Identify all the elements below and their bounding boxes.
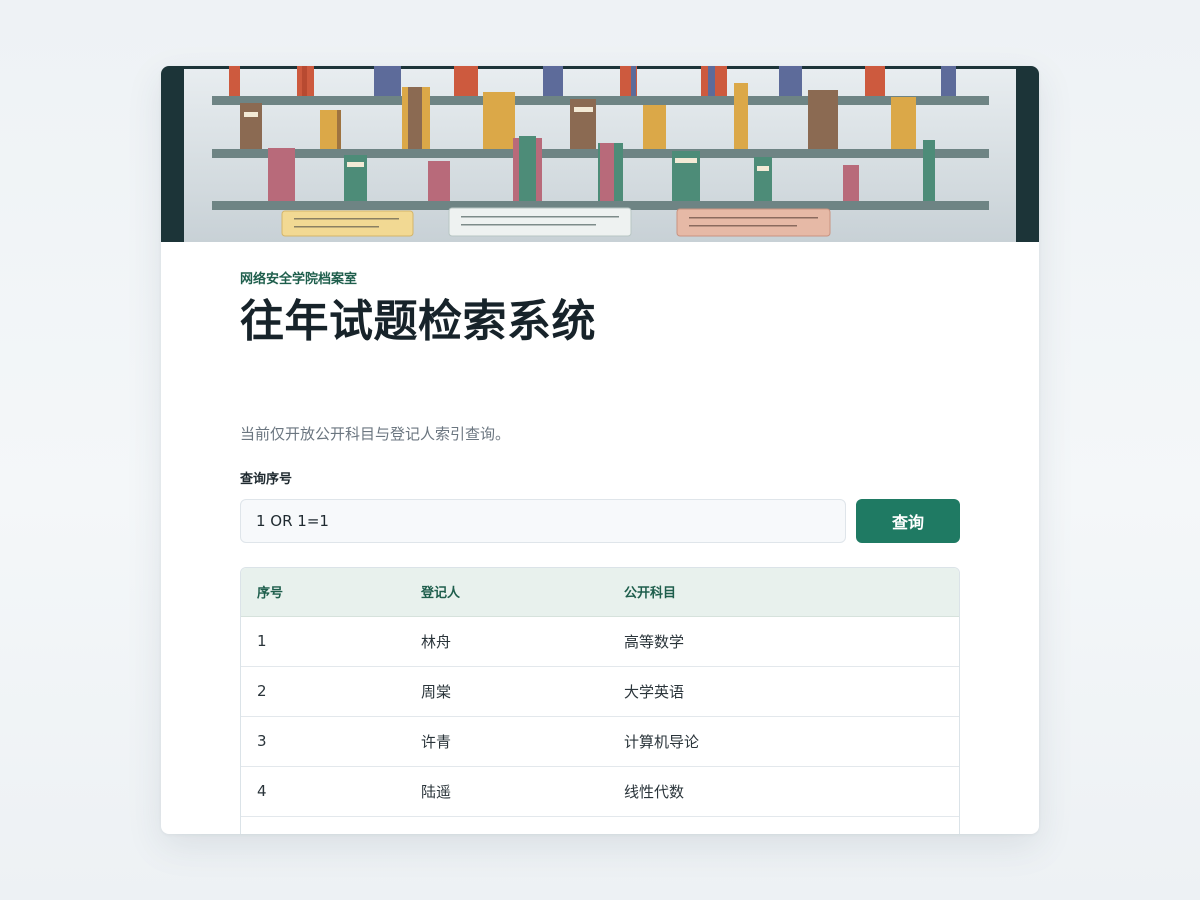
- cell-subject: 高等数学: [624, 632, 685, 651]
- cell-registrant: 陆遥: [405, 765, 608, 816]
- page-subtitle: 当前仅开放公开科目与登记人索引查询。: [240, 425, 511, 443]
- table-header-row: 序号 登记人 公开科目: [241, 568, 959, 617]
- cell-subject: 网络安全基础: [608, 815, 959, 834]
- cell-id: 5: [241, 815, 405, 834]
- cell-registrant: 沈知: [405, 815, 608, 834]
- cell-id: 1: [257, 632, 267, 650]
- table-row: 4 陆遥 线性代数: [241, 765, 959, 816]
- search-button[interactable]: 查询: [856, 499, 960, 543]
- table-row: 3 许青 计算机导论: [241, 715, 959, 766]
- cell-id: 4: [241, 765, 405, 816]
- table-row: 5 沈知 网络安全基础: [241, 815, 959, 834]
- table-row: 2 周棠 大学英语: [241, 665, 959, 716]
- table-row: 1 林舟 高等数学: [241, 616, 959, 666]
- results-table: 序号 登记人 公开科目 1 林舟 高等数学 2 周棠 大学英语 3 许青 计算机…: [241, 568, 959, 834]
- cell-subject: 计算机导论: [608, 715, 959, 766]
- search-input[interactable]: [240, 499, 846, 543]
- department-label: 网络安全学院档案室: [240, 272, 358, 287]
- archive-card: 网络安全学院档案室 往年试题检索系统 当前仅开放公开科目与登记人索引查询。 查询…: [161, 66, 1039, 834]
- results-table-container: 序号 登记人 公开科目 1 林舟 高等数学 2 周棠 大学英语 3 许青 计算机…: [240, 567, 960, 834]
- cell-registrant: 林舟: [421, 632, 452, 651]
- column-header-subject: 公开科目: [608, 568, 959, 617]
- column-header-id: 序号: [241, 568, 405, 617]
- search-field-label: 查询序号: [240, 472, 293, 487]
- page-title: 往年试题检索系统: [240, 296, 596, 347]
- cell-subject: 大学英语: [608, 665, 959, 716]
- cell-id: 2: [241, 665, 405, 716]
- cell-id: 3: [241, 715, 405, 766]
- cell-registrant: 许青: [405, 715, 608, 766]
- bookshelf-illustration: [161, 66, 1039, 242]
- bookshelf-banner: [161, 66, 1039, 242]
- cell-registrant: 周棠: [405, 665, 608, 716]
- column-header-registrant: 登记人: [405, 568, 608, 617]
- cell-subject: 线性代数: [608, 765, 959, 816]
